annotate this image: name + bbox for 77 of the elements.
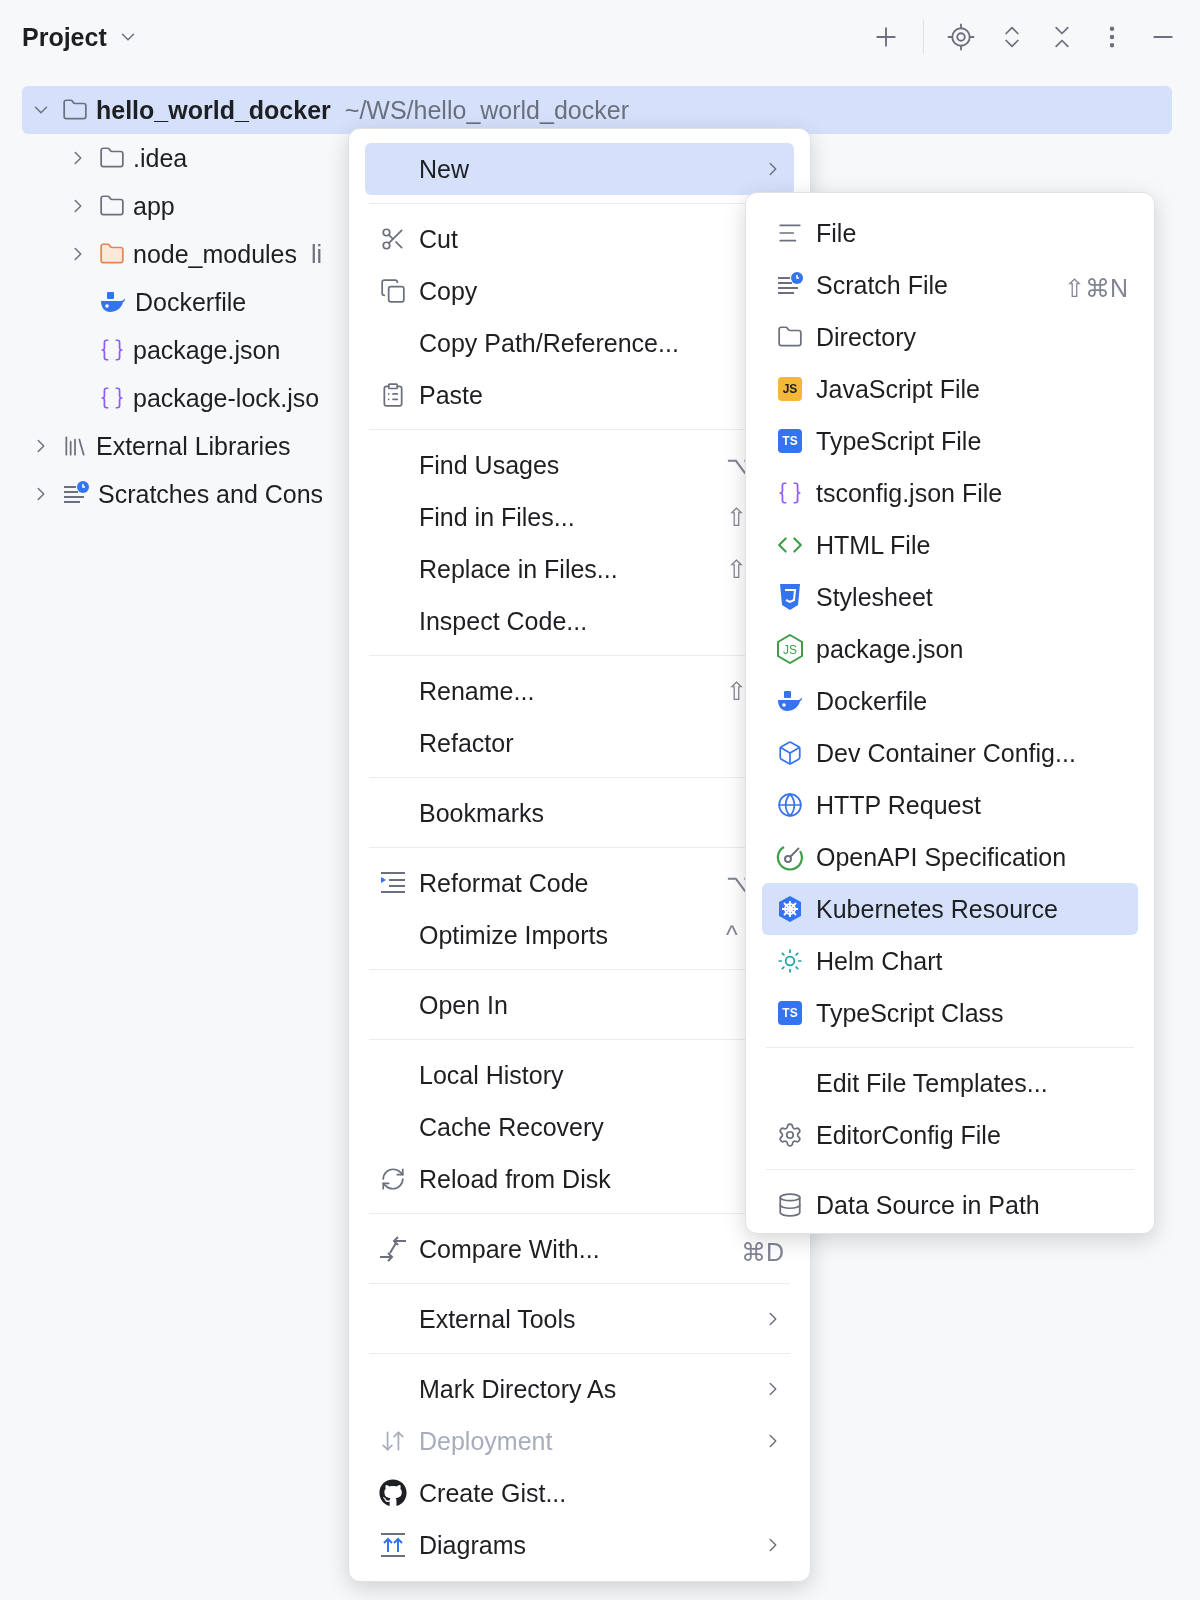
menu-item[interactable]: New [365,143,794,195]
crosshair-icon[interactable] [946,22,976,52]
menu-item[interactable]: Edit File Templates... [762,1057,1138,1109]
tree-row[interactable]: hello_world_docker ~/WS/hello_world_docker [22,86,1172,134]
menu-item[interactable]: JS JavaScript File [762,363,1138,415]
menu-item[interactable]: Helm Chart [762,935,1138,987]
tree-label: .idea [133,143,188,173]
braces-icon [777,480,803,506]
shortcut-text: ^ [726,920,739,950]
menu-item[interactable]: Kubernetes Resource [762,883,1138,935]
whale-icon [776,689,804,713]
menu-item[interactable]: HTTP Request [762,779,1138,831]
menu-item[interactable]: TS TypeScript File [762,415,1138,467]
panel-title: Project [22,22,107,52]
database-icon [777,1192,803,1218]
menu-item[interactable]: JS package.json [762,623,1138,675]
shortcut-text: ⌘D [740,1236,784,1267]
menu-item[interactable]: Diagrams [365,1519,794,1571]
shortcut-text: ⇧ [726,502,748,532]
menu-item[interactable]: OpenAPI Specification [762,831,1138,883]
tree-row[interactable]: package-lock.jso [22,374,324,422]
tree-label: Scratches and Cons [98,479,324,509]
tree-row[interactable]: node_modules li [22,230,327,278]
menu-item[interactable]: Mark Directory As [365,1363,794,1415]
tree-label: package.json [133,335,281,365]
path-hint: li [311,239,323,269]
braces-icon [99,337,125,363]
tree-label: hello_world_docker [96,95,331,125]
path-hint: ~/WS/hello_world_docker [344,95,629,125]
tree-row[interactable]: .idea [22,134,192,182]
clipboard-icon [380,382,406,408]
tree-label: External Libraries [96,431,291,461]
globe-icon [777,792,803,818]
menu-item[interactable]: TS TypeScript Class [762,987,1138,1039]
menu-item[interactable]: Dev Container Config... [762,727,1138,779]
tree-label: package-lock.jso [133,383,320,413]
folder-icon [99,193,125,219]
kubernetes-icon [776,895,804,923]
tree-row[interactable]: Scratches and Cons [22,470,328,518]
menu-item[interactable]: Dockerfile [762,675,1138,727]
menu-item[interactable]: External Tools [365,1293,794,1345]
folder-icon [62,97,88,123]
folder-icon [99,145,125,171]
tree-label: node_modules [133,239,297,269]
whale-icon [99,290,127,314]
menu-item[interactable]: Stylesheet [762,571,1138,623]
nodejs-hexagon-icon: JS [776,634,804,664]
gauge-icon [776,843,804,871]
folder-icon [777,324,803,350]
github-icon [379,1479,407,1507]
tree-row[interactable]: External Libraries [22,422,295,470]
ts-badge-icon: TS [778,1001,802,1025]
tree-row[interactable]: app [22,182,179,230]
reformat-icon [380,872,406,894]
tree-label: app [133,191,175,221]
menu-item[interactable]: tsconfig.json File [762,467,1138,519]
shortcut-text: ⇧ [726,676,748,706]
compare-arrows-icon [378,1235,408,1263]
cube-icon [777,740,803,766]
tree-label: Dockerfile [135,287,247,317]
tree-row[interactable]: package.json [22,326,285,374]
js-badge-icon: JS [778,377,802,401]
shortcut-text: ⇧⌘N [1063,272,1128,303]
reload-icon [380,1166,406,1192]
ts-badge-icon: TS [778,429,802,453]
css-shield-icon [778,583,802,611]
settings-icon [777,1122,803,1148]
diagram-icon [379,1532,407,1558]
shortcut-text: ⇧ [726,554,748,584]
up-down-arrows-icon [380,1428,406,1454]
menu-item[interactable]: HTML File [762,519,1138,571]
copy-icon [380,278,406,304]
folder-icon [99,241,125,267]
menu-item[interactable]: Create Gist... [365,1467,794,1519]
tree-row[interactable]: Dockerfile [22,278,251,326]
helm-icon [777,948,803,974]
braces-icon [99,385,125,411]
